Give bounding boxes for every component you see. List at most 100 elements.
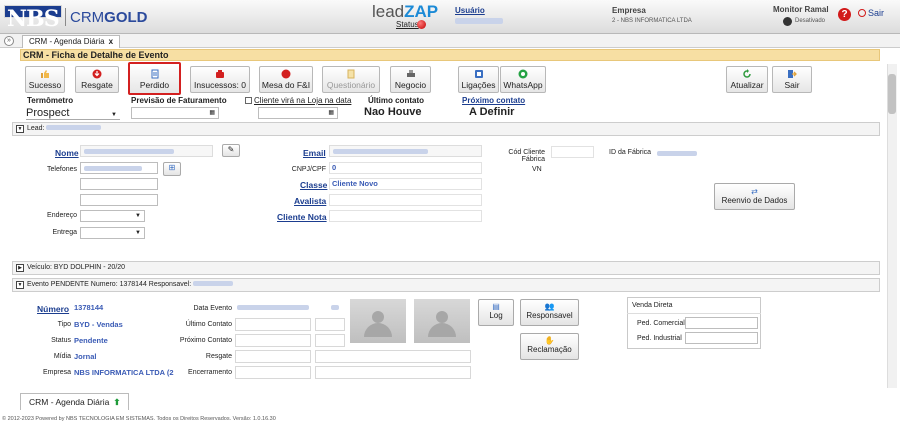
edit-nome-button[interactable]: ✎ [222, 144, 240, 157]
perdido-label: Perdido [139, 80, 170, 90]
endereco-select[interactable]: ▼ [80, 210, 145, 222]
calendar-icon: ▦ [328, 110, 334, 116]
classe-input[interactable]: Cliente Novo [329, 178, 482, 190]
calls-icon [474, 70, 483, 78]
collapse-toggle-icon[interactable]: ▼ [16, 281, 24, 289]
telefone-1-input[interactable] [80, 162, 158, 174]
ped-industrial-input[interactable] [685, 332, 758, 344]
ped-comercial-label: Ped. Comercial [637, 320, 685, 327]
proximo-contato-link[interactable]: Próximo contato [462, 96, 525, 105]
insucessos-button[interactable]: Insucessos: 0 [190, 66, 250, 93]
negocio-button[interactable]: Negocio [390, 66, 431, 93]
resgate-evento-input [235, 350, 311, 363]
reclamacao-button[interactable]: ✋ Reclamação [520, 333, 579, 360]
complaint-icon: ✋ [544, 336, 555, 345]
reclamacao-label: Reclamação [527, 345, 572, 354]
status-indicator-icon [417, 20, 426, 29]
monitor-ramal-label: Monitor Ramal [773, 5, 829, 14]
veiculo-section-header[interactable]: ▶ Veículo: BYD DOLPHIN - 20/20 [12, 261, 880, 275]
cliente-nota-link[interactable]: Cliente Nota [277, 212, 327, 222]
cliente-loja-checkbox-row[interactable]: Cliente virá na Loja na data [245, 96, 351, 105]
usuario-link[interactable]: Usuário [455, 6, 485, 15]
lead-section-header[interactable]: ▼ Lead: [12, 122, 880, 136]
classe-link[interactable]: Classe [300, 180, 327, 190]
log-button[interactable]: ▤ Log [478, 299, 514, 326]
reenvio-dados-button[interactable]: ⇄ Reenvio de Dados [714, 183, 795, 210]
avalista-input[interactable] [329, 194, 482, 206]
whatsapp-icon [518, 69, 528, 79]
proximo-contato-evento-input [235, 334, 311, 347]
sucesso-button[interactable]: Sucesso [25, 66, 65, 93]
ped-comercial-input[interactable] [685, 317, 758, 329]
email-link[interactable]: Email [303, 148, 326, 158]
numero-link[interactable]: Número [37, 304, 69, 314]
telefone-value-redacted [84, 166, 142, 171]
atualizar-button[interactable]: Atualizar [726, 66, 768, 93]
id-fabrica-label: ID da Fábrica [609, 149, 652, 156]
responsavel-redacted [193, 281, 234, 286]
bottom-tab-agenda-diaria[interactable]: CRM - Agenda Diária ⬆ [20, 393, 130, 410]
expand-toggle-icon[interactable]: ▶ [16, 264, 24, 272]
evento-section-header[interactable]: ▼ Evento PENDENTE Numero: 1378144 Respons… [12, 278, 880, 292]
nome-link[interactable]: Nome [55, 148, 79, 158]
logo-divider [65, 8, 66, 26]
chevron-down-icon: ▼ [135, 213, 141, 219]
exit-icon [788, 70, 797, 78]
cliente-loja-label: Cliente virá na Loja na data [254, 96, 352, 105]
ultimo-contato-evento-label: Último Contato [185, 321, 232, 328]
ultimo-contato-hora-input [315, 318, 345, 331]
ultimo-contato-label: Último contato [368, 96, 424, 105]
edit-icon: ✎ [227, 145, 235, 154]
negocio-label: Negocio [394, 80, 427, 90]
avalista-link[interactable]: Avalista [294, 196, 326, 206]
telefone-2-input[interactable] [80, 178, 158, 190]
status-link[interactable]: Status [396, 20, 419, 29]
whatsapp-button[interactable]: WhatsApp [500, 66, 546, 93]
mesa-fi-button[interactable]: Mesa do F&I [259, 66, 313, 93]
cod-cliente-fabrica-input[interactable] [551, 146, 594, 158]
resgate-button[interactable]: Resgate [75, 66, 119, 93]
collapse-toggle-icon[interactable]: ▼ [16, 125, 24, 133]
hora-evento-redacted [331, 305, 339, 310]
ligacoes-button[interactable]: Ligações [458, 66, 499, 93]
add-telefone-button[interactable]: ⊞ [163, 162, 181, 176]
email-input[interactable] [329, 145, 482, 157]
expand-menu-icon[interactable]: » [4, 36, 14, 46]
cnpj-input[interactable]: 0 [329, 162, 482, 174]
previsao-date-input[interactable]: ▦ [131, 107, 219, 119]
telefone-3-input[interactable] [80, 194, 158, 206]
responsavel-button[interactable]: 👥 Responsavel [520, 299, 579, 326]
termometro-select[interactable]: Prospect ▼ [26, 107, 120, 120]
cliente-loja-checkbox[interactable] [245, 97, 252, 104]
bottom-tab-label: CRM - Agenda Diária [29, 397, 110, 407]
logout-button[interactable]: Sair [858, 8, 884, 18]
email-value-redacted [333, 149, 428, 154]
questionario-button[interactable]: Questionário [322, 66, 380, 93]
log-icon: ▤ [492, 302, 500, 311]
log-label: Log [489, 311, 503, 320]
tipo-value: BYD - Vendas [74, 320, 123, 329]
cliente-loja-date-input[interactable]: ▦ [258, 107, 338, 119]
cliente-nota-input[interactable] [329, 210, 482, 222]
help-icon[interactable]: ? [838, 8, 851, 21]
monitor-status-icon [783, 17, 792, 26]
phone-book-icon: ⊞ [168, 163, 176, 172]
nome-input[interactable] [80, 145, 213, 157]
chevron-down-icon: ▼ [135, 230, 141, 236]
users-icon: 👥 [544, 302, 555, 311]
page-title: CRM - Ficha de Detalhe de Evento [20, 49, 880, 61]
tab-agenda-diaria[interactable]: CRM - Agenda Diária x [22, 35, 121, 48]
endereco-label: Endereço [47, 212, 77, 219]
insucessos-label: Insucessos: 0 [194, 80, 246, 90]
logout-label: Sair [868, 8, 885, 18]
perdido-button[interactable]: Perdido [128, 62, 181, 95]
arrow-up-icon: ⬆ [113, 397, 121, 407]
close-icon[interactable]: x [109, 37, 113, 46]
vn-label: VN [532, 166, 542, 173]
status-label: Status [51, 337, 71, 344]
refresh-icon [743, 69, 751, 78]
scrollbar-thumb[interactable] [888, 74, 896, 114]
footer-copyright: © 2012-2023 Powered by NBS TECNOLOGIA EM… [2, 416, 276, 422]
sair-button[interactable]: Sair [772, 66, 812, 93]
entrega-select[interactable]: ▼ [80, 227, 145, 239]
